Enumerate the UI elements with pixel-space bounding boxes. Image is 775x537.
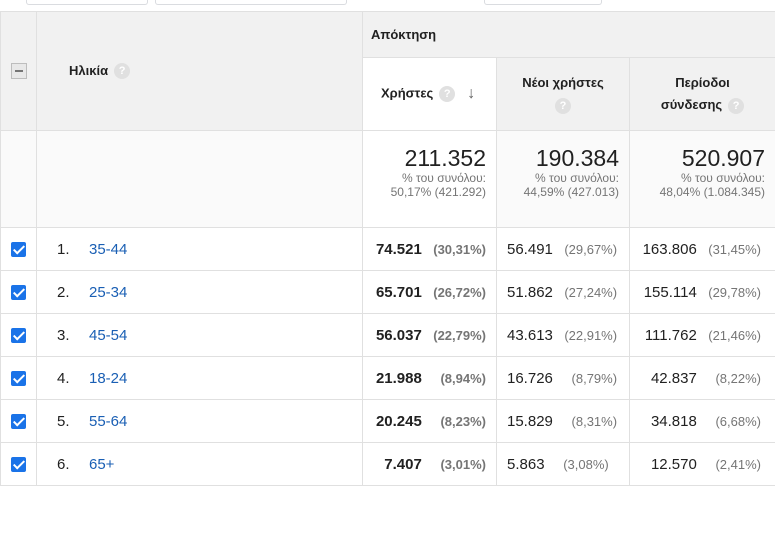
- sessions-percent: (2,41%): [715, 456, 761, 472]
- users-value: 74.521: [375, 240, 422, 258]
- users-percent: (8,94%): [440, 370, 486, 386]
- new-users-percent: (8,31%): [571, 413, 618, 429]
- select-all-checkbox[interactable]: [10, 63, 27, 79]
- new-users-value: 15.829: [507, 412, 553, 430]
- row-index: 2.: [57, 283, 70, 301]
- new-users-percent: (22,91%): [564, 327, 618, 343]
- help-icon[interactable]: ?: [114, 63, 131, 80]
- users-value: 7.407: [384, 455, 422, 473]
- column-label-users: Χρήστες: [381, 85, 434, 101]
- sessions-value: 163.806: [642, 240, 697, 258]
- toolbar-control-1[interactable]: [26, 0, 148, 5]
- new-users-value: 56.491: [507, 240, 553, 258]
- age-link[interactable]: 18-24: [89, 370, 127, 387]
- sessions-percent: (6,68%): [715, 413, 761, 429]
- column-header-sessions[interactable]: Περίοδοι σύνδεσης?: [629, 57, 775, 131]
- users-percent: (3,01%): [440, 456, 486, 472]
- total-users: 211.352 % του συνόλου: 50,17% (421.292): [362, 130, 497, 228]
- table-row: 2. 25-34 65.701 (26,72%) 51.862 (27,24%) 155…: [0, 270, 775, 314]
- users-percent: (22,79%): [433, 327, 486, 343]
- column-header-users[interactable]: Χρήστες? ↓: [362, 57, 497, 131]
- row-index: 1.: [57, 240, 70, 258]
- total-sessions: 520.907 % του συνόλου: 48,04% (1.084.345…: [629, 130, 775, 228]
- new-users-percent: (27,24%): [564, 284, 618, 300]
- select-all-cell: [0, 11, 37, 131]
- checkbox-checked-icon[interactable]: [11, 241, 26, 257]
- sessions-value: 12.570: [650, 455, 697, 473]
- row-index: 5.: [57, 412, 70, 430]
- table-row: 1. 35-44 74.521 (30,31%) 56.491 (29,67%) 163…: [0, 227, 775, 271]
- row-index: 6.: [57, 455, 70, 473]
- row-index: 3.: [57, 326, 70, 344]
- new-users-value: 51.862: [507, 283, 553, 301]
- top-controls: [0, 0, 775, 11]
- sessions-value: 34.818: [650, 412, 697, 430]
- new-users-value: 16.726: [507, 369, 553, 387]
- age-link[interactable]: 25-34: [89, 284, 127, 301]
- age-link[interactable]: 35-44: [89, 241, 127, 258]
- checkbox-checked-icon[interactable]: [11, 413, 26, 429]
- sessions-percent: (21,46%): [708, 327, 761, 343]
- sessions-percent: (8,22%): [715, 370, 761, 386]
- group-label: Απόκτηση: [371, 27, 437, 42]
- column-label-new-users: Νέοι χρήστες: [522, 75, 604, 90]
- arrow-down-icon[interactable]: ↓: [467, 85, 475, 103]
- sessions-value: 155.114: [643, 283, 697, 301]
- toolbar-control-3[interactable]: [484, 0, 602, 5]
- age-link[interactable]: 45-54: [89, 327, 127, 344]
- checkbox-checked-icon[interactable]: [11, 370, 26, 386]
- users-percent: (8,23%): [440, 413, 486, 429]
- checkbox-checked-icon[interactable]: [11, 456, 26, 472]
- row-index: 4.: [57, 369, 70, 387]
- dimension-header[interactable]: Ηλικία?: [36, 11, 363, 131]
- users-value: 65.701: [375, 283, 422, 301]
- totals-row: 211.352 % του συνόλου: 50,17% (421.292) …: [0, 130, 775, 228]
- table-row: 5. 55-64 20.245 (8,23%) 15.829 (8,31%) 34.81…: [0, 399, 775, 443]
- help-icon[interactable]: ?: [439, 86, 456, 102]
- checkbox-checked-icon[interactable]: [11, 327, 26, 343]
- column-label-sessions-line1: Περίοδοι: [675, 75, 730, 90]
- age-link[interactable]: 65+: [89, 456, 114, 473]
- sessions-value: 111.762: [644, 326, 697, 344]
- checkbox-checked-icon[interactable]: [11, 284, 26, 300]
- users-value: 20.245: [375, 412, 422, 430]
- column-label-sessions-line2: σύνδεσης: [660, 97, 723, 112]
- sessions-value: 42.837: [650, 369, 697, 387]
- help-icon[interactable]: ?: [728, 97, 745, 114]
- group-header: Απόκτηση: [362, 11, 775, 58]
- users-percent: (30,31%): [433, 241, 486, 257]
- column-header-new-users[interactable]: Νέοι χρήστες ?: [496, 57, 630, 131]
- table-row: 4. 18-24 21.988 (8,94%) 16.726 (8,79%) 42.83…: [0, 356, 775, 400]
- new-users-value: 5.863: [507, 455, 545, 473]
- users-value: 21.988: [375, 369, 422, 387]
- age-link[interactable]: 55-64: [89, 413, 127, 430]
- users-percent: (26,72%): [433, 284, 486, 300]
- dimension-label: Ηλικία: [69, 62, 109, 78]
- total-new-users: 190.384 % του συνόλου: 44,59% (427.013): [496, 130, 630, 228]
- new-users-percent: (3,08%): [563, 456, 609, 472]
- sessions-percent: (31,45%): [708, 241, 761, 257]
- sessions-percent: (29,78%): [708, 284, 761, 300]
- help-icon[interactable]: ?: [555, 97, 571, 114]
- table-row: 3. 45-54 56.037 (22,79%) 43.613 (22,91%) 111…: [0, 313, 775, 357]
- users-value: 56.037: [375, 326, 422, 344]
- report-table: Ηλικία? Απόκτηση Χρήστες? ↓ Νέοι χρήστες …: [0, 11, 775, 486]
- toolbar-control-2[interactable]: [155, 0, 347, 5]
- table-row: 6. 65+ 7.407 (3,01%) 5.863 (3,08%) 12.570 (2…: [0, 442, 775, 486]
- new-users-value: 43.613: [507, 326, 553, 344]
- new-users-percent: (29,67%): [564, 241, 618, 257]
- new-users-percent: (8,79%): [571, 370, 618, 386]
